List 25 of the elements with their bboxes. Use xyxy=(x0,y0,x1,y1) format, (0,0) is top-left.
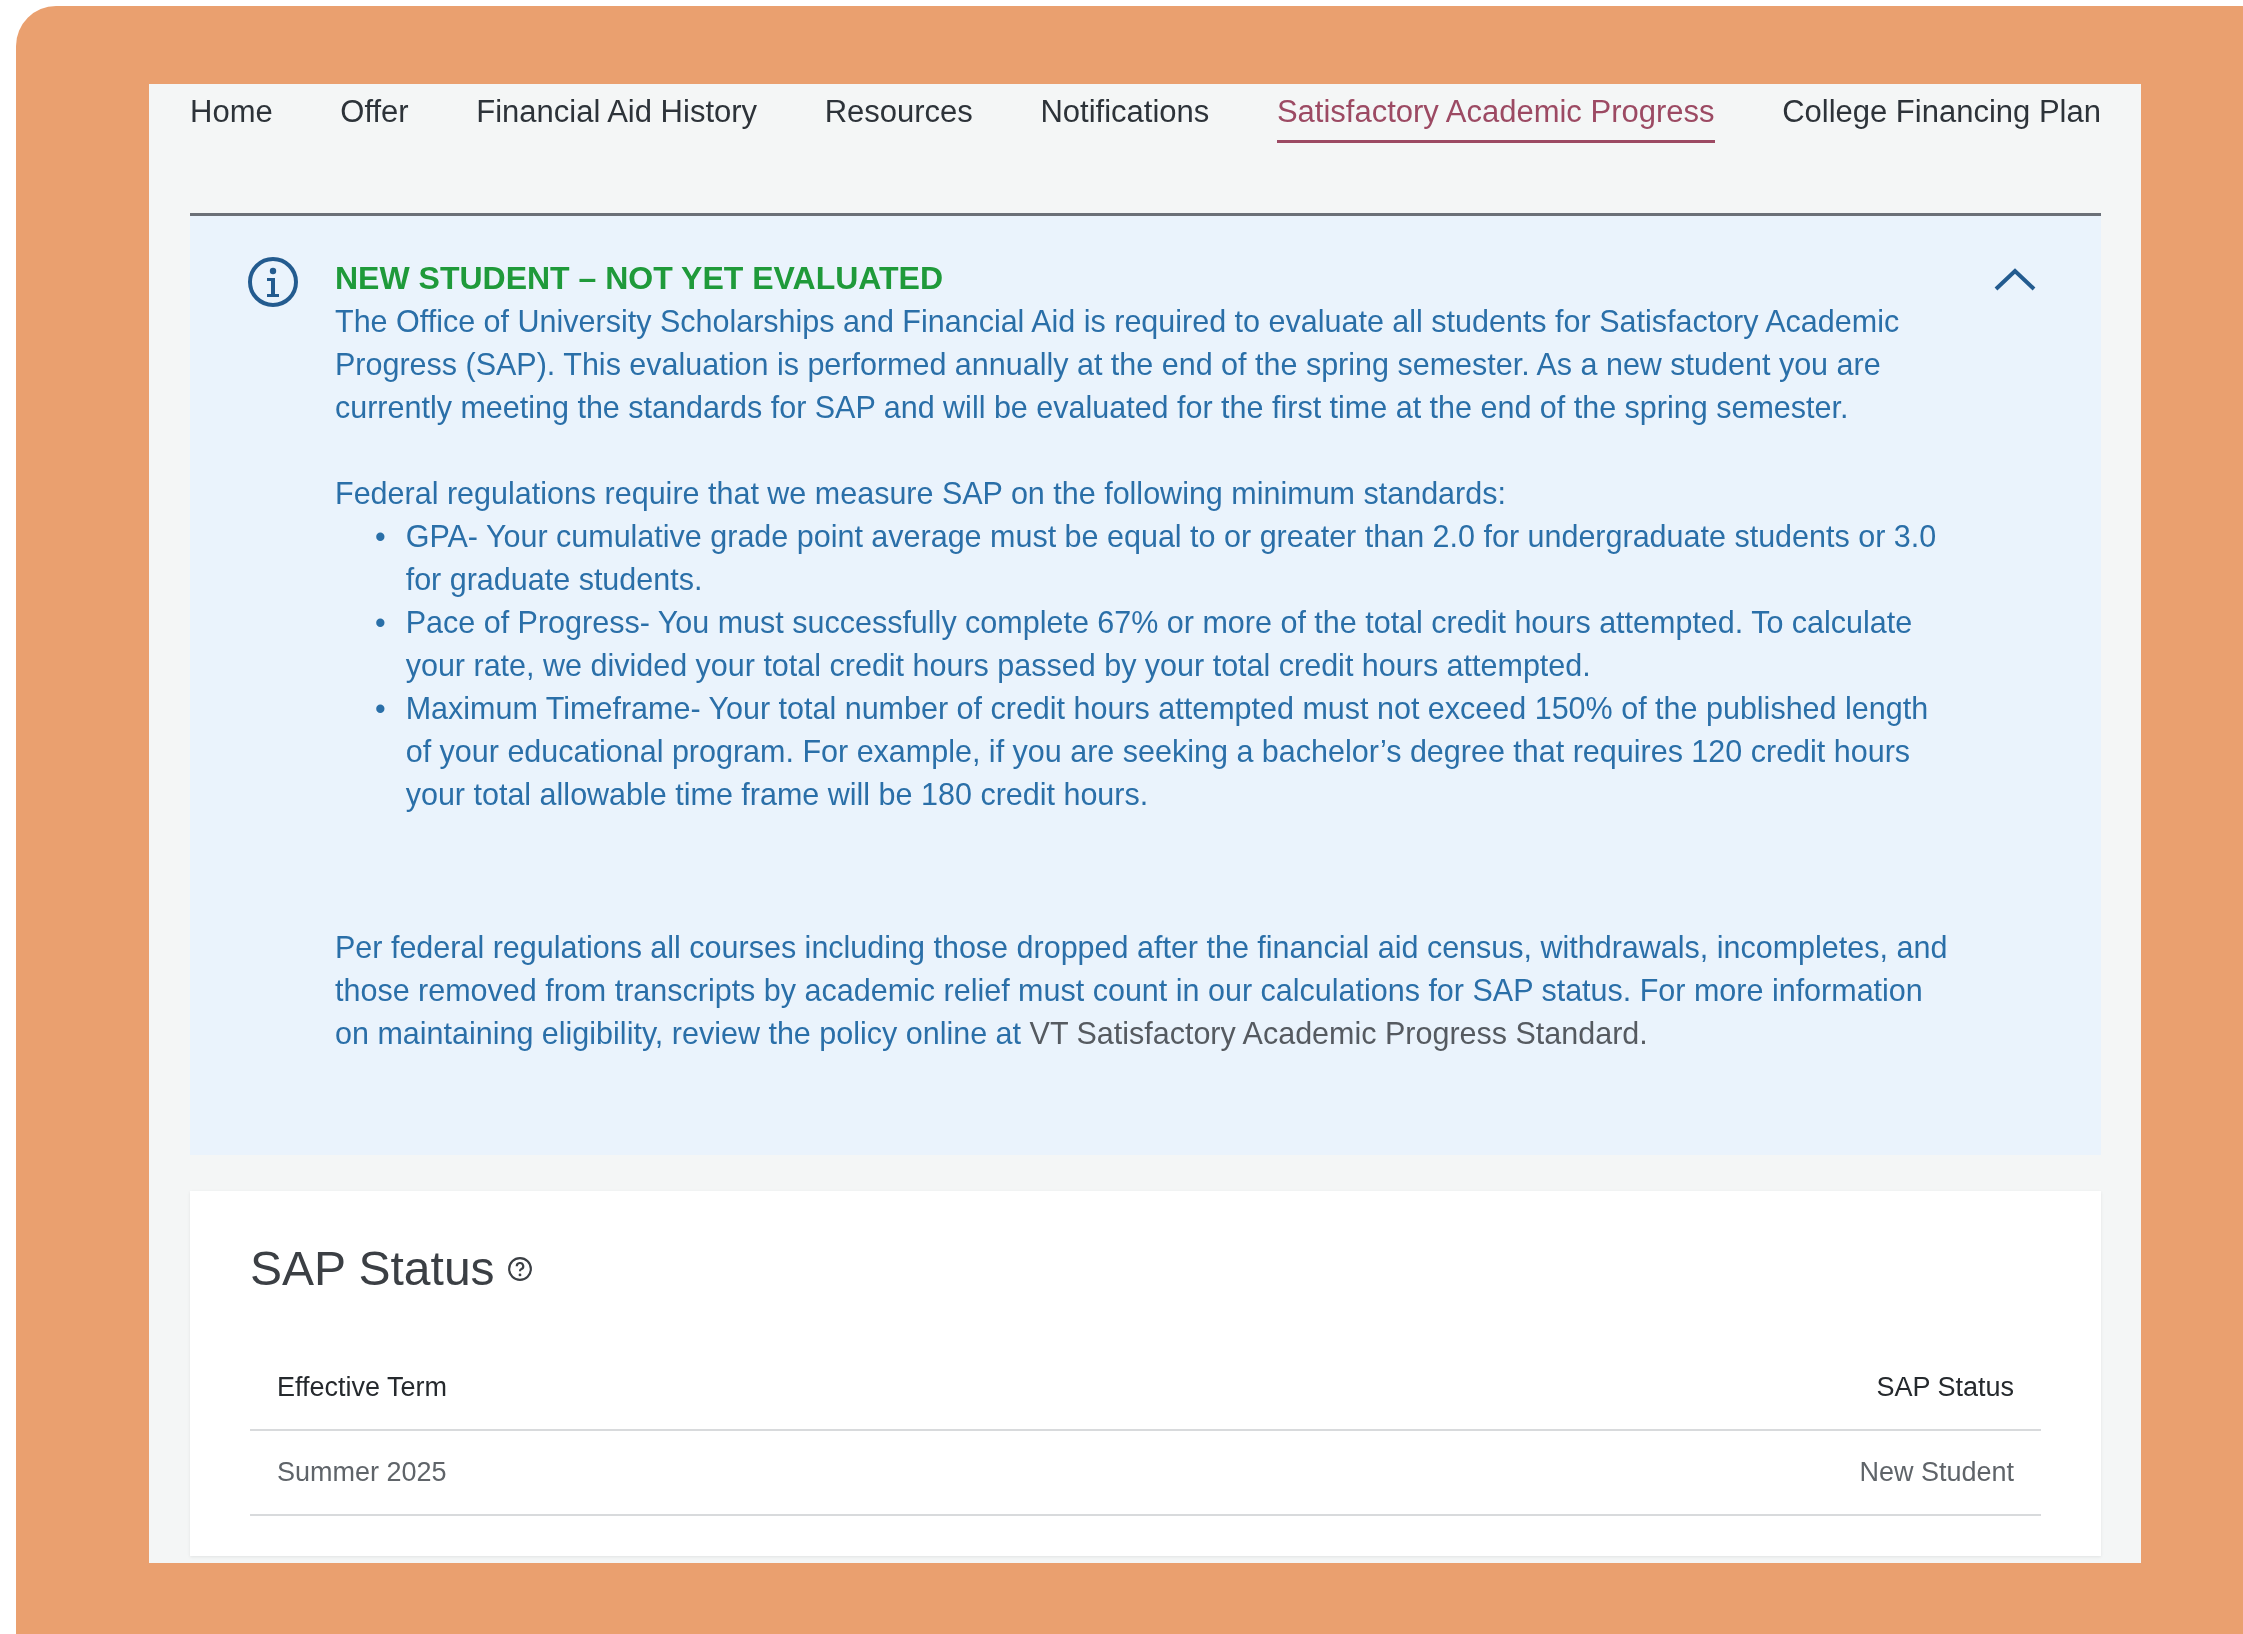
standard-item: GPA- Your cumulative grade point average must be equal to or greater than 2.0 for undergraduate students or 3.0 for graduate students. xyxy=(405,518,1938,599)
bullet-marker: • xyxy=(375,518,386,555)
standard-item: Pace of Progress- You must successfully complete 67% or more of the total credit hours attempted. To calculate your rate, we divided your total credit hours passed by your total credit hours attempted. xyxy=(405,604,1914,685)
bullet-marker: • xyxy=(375,604,386,641)
nav-tab[interactable]: Satisfactory Academic Progress xyxy=(1276,88,1715,143)
nav-tab[interactable]: Financial Aid History xyxy=(476,88,758,143)
notice-paragraph: Per federal regulations all courses including those dropped after the financial aid census, withdrawals, incompletes, and those removed from transcripts by academic relief must count in our calculations for SAP status. For more information on maintaining eligibility, review the policy online at VT Satisfactory Academic Progress Standard. xyxy=(335,929,1949,1053)
nav-tab[interactable]: Notifications xyxy=(1040,88,1210,143)
policy-link[interactable]: VT Satisfactory Academic Progress Standard. xyxy=(1029,1016,1648,1050)
column-header: Effective Term xyxy=(277,1372,448,1403)
table-cell: New Student xyxy=(1859,1457,2014,1488)
card-title: SAP Status xyxy=(250,1241,495,1296)
info-icon xyxy=(247,256,299,308)
notice-title: NEW STUDENT – NOT YET EVALUATED xyxy=(335,259,945,298)
column-header: SAP Status xyxy=(1876,1372,2014,1403)
table-cell: Summer 2025 xyxy=(277,1457,447,1488)
help-icon[interactable] xyxy=(506,1255,533,1282)
standards-lead: Federal regulations require that we measure SAP on the following minimum standards: xyxy=(335,475,1507,513)
nav-tab[interactable]: Offer xyxy=(340,88,409,143)
nav-tab[interactable]: Resources xyxy=(824,88,973,143)
notice-paragraph: The Office of University Scholarships and Financial Aid is required to evaluate all students for Satisfactory Academic Progress (SAP). This evaluation is performed annually at the end of the spring semester. As a new student you are currently meeting the standards for SAP and will be evaluated for the first time at the end of the spring semester. xyxy=(335,303,1901,427)
standard-item: Maximum Timeframe- Your total number of credit hours attempted must not exceed 150% of the published length of your educational program. For example, if you are seeking a bachelor’s degree that requires 120 credit hours your total allowable time frame will be 180 credit hours. xyxy=(405,690,1930,814)
nav-tab[interactable]: Home xyxy=(190,88,273,143)
nav-tab[interactable]: College Financing Plan xyxy=(1782,88,2101,143)
bullet-marker: • xyxy=(375,690,386,727)
